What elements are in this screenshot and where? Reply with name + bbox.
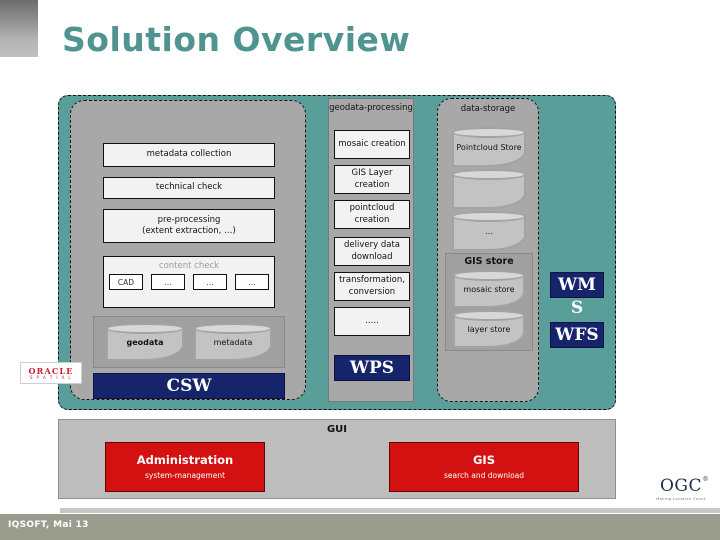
footer-text: IQSOFT, Mai 13 xyxy=(8,520,89,530)
ogc-wordmark: OGC ® xyxy=(659,475,709,496)
gui-box-title: GIS xyxy=(472,452,495,467)
gui-panel: GUI Administration system-management GIS… xyxy=(58,419,616,499)
cylinder-top xyxy=(106,323,184,334)
gui-box-title: Administration xyxy=(136,452,234,467)
store-label: mosaic store xyxy=(463,285,515,295)
process-box-delivery-data-download[interactable]: delivery data download xyxy=(334,237,410,266)
footer-accent-bar xyxy=(60,508,720,513)
process-box-label: ….. xyxy=(365,315,379,326)
database-group: geodata metadata xyxy=(93,316,285,368)
gui-box-subtitle: search and download xyxy=(443,471,525,481)
process-box-transformation-conversion[interactable]: transformation, conversion xyxy=(334,272,410,301)
store-label: … xyxy=(485,227,493,237)
service-box-wms-overflow-text: S xyxy=(570,298,584,318)
cylinder-top xyxy=(452,127,526,138)
metadata-column: metadata collection technical check pre-… xyxy=(70,100,306,400)
service-label: WPS xyxy=(349,358,395,378)
process-box-pointcloud-creation[interactable]: pointcloud creation xyxy=(334,200,410,229)
content-check-box[interactable]: content check CAD … … … xyxy=(103,256,275,308)
oracle-spatial-logo: ORACLE S P A T I A L xyxy=(20,362,82,384)
gis-store-group: GIS store mosaic store layer store xyxy=(445,253,533,351)
content-check-title: content check xyxy=(158,261,220,271)
process-box-label: transformation, conversion xyxy=(339,275,405,297)
process-box-label: pre-processing (extent extraction, …) xyxy=(142,214,236,236)
content-check-chip-3[interactable]: … xyxy=(193,274,227,290)
process-box-label: GIS Layer creation xyxy=(351,168,393,190)
ogc-tagline: Making Location Count xyxy=(656,496,706,501)
corner-gradient-decoration xyxy=(0,0,38,57)
process-box-label: pointcloud creation xyxy=(349,203,395,225)
database-label: geodata xyxy=(126,338,164,348)
store-cylinder-empty[interactable] xyxy=(452,169,526,209)
cylinder-top xyxy=(452,169,526,180)
database-label: metadata xyxy=(213,338,253,348)
service-box-wps[interactable]: WPS xyxy=(334,355,410,381)
process-box-pre-processing[interactable]: pre-processing (extent extraction, …) xyxy=(103,209,275,243)
gui-box-gis[interactable]: GIS search and download xyxy=(389,442,579,492)
gui-box-subtitle: system-management xyxy=(144,471,226,481)
store-cylinder-layer[interactable]: layer store xyxy=(453,310,525,348)
process-box-label: metadata collection xyxy=(146,149,232,160)
process-box-more[interactable]: ….. xyxy=(334,307,410,336)
content-check-chip-cad[interactable]: CAD xyxy=(109,274,143,290)
service-box-wms[interactable]: WM xyxy=(550,272,604,298)
process-box-label: mosaic creation xyxy=(338,138,406,149)
process-box-label: technical check xyxy=(155,182,223,193)
geodata-processing-column: geodata-processing mosaic creation GIS L… xyxy=(328,98,414,402)
process-box-metadata-collection[interactable]: metadata collection xyxy=(103,143,275,167)
service-box-wfs[interactable]: WFS xyxy=(550,322,604,348)
cylinder-top xyxy=(453,310,525,321)
process-box-gis-layer-creation[interactable]: GIS Layer creation xyxy=(334,165,410,194)
service-label: WM xyxy=(558,275,596,295)
store-label: Pointcloud Store xyxy=(456,143,522,153)
gui-box-administration[interactable]: Administration system-management xyxy=(105,442,265,492)
cylinder-top xyxy=(453,270,525,281)
cylinder-top xyxy=(194,323,272,334)
ogc-registered-icon: ® xyxy=(702,475,710,483)
process-box-technical-check[interactable]: technical check xyxy=(103,177,275,199)
gui-panel-title: GUI xyxy=(326,424,348,435)
database-cylinder-geodata[interactable]: geodata xyxy=(106,323,184,361)
store-label: layer store xyxy=(467,325,511,335)
content-check-chip-row: CAD … … … xyxy=(104,271,274,290)
process-box-label: delivery data download xyxy=(344,240,400,262)
column-title-data-storage: data-storage xyxy=(460,104,516,114)
data-storage-column: data-storage Pointcloud Store … GIS stor… xyxy=(437,98,539,402)
service-box-csw[interactable]: CSW xyxy=(93,373,285,399)
oracle-sublabel: S P A T I A L xyxy=(29,374,73,380)
ogc-logo: OGC ® Making Location Count xyxy=(650,474,712,504)
content-check-chip-4[interactable]: … xyxy=(235,274,269,290)
footer-bar xyxy=(0,514,720,540)
process-box-mosaic-creation[interactable]: mosaic creation xyxy=(334,130,410,159)
oracle-wordmark: ORACLE xyxy=(28,365,74,376)
service-label: CSW xyxy=(166,376,212,396)
ogc-wordmark-text: OGC xyxy=(659,475,703,496)
column-title-geodata-processing: geodata-processing xyxy=(329,103,413,113)
store-cylinder-more[interactable]: … xyxy=(452,211,526,251)
service-label: WFS xyxy=(555,325,599,345)
content-check-chip-2[interactable]: … xyxy=(151,274,185,290)
page-title: Solution Overview xyxy=(62,20,411,59)
store-cylinder-mosaic[interactable]: mosaic store xyxy=(453,270,525,308)
database-cylinder-metadata[interactable]: metadata xyxy=(194,323,272,361)
cylinder-top xyxy=(452,211,526,222)
gis-store-title: GIS store xyxy=(464,256,514,267)
store-cylinder-pointcloud[interactable]: Pointcloud Store xyxy=(452,127,526,167)
